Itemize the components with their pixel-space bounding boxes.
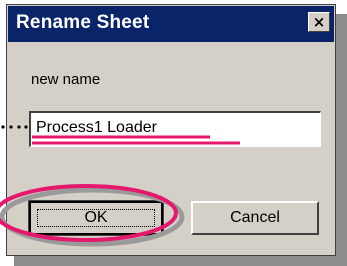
annotation-overlay [0, 125, 240, 247]
highlight-ellipse [0, 184, 178, 242]
leader-dots [1, 125, 28, 129]
highlight-underline [32, 135, 240, 145]
